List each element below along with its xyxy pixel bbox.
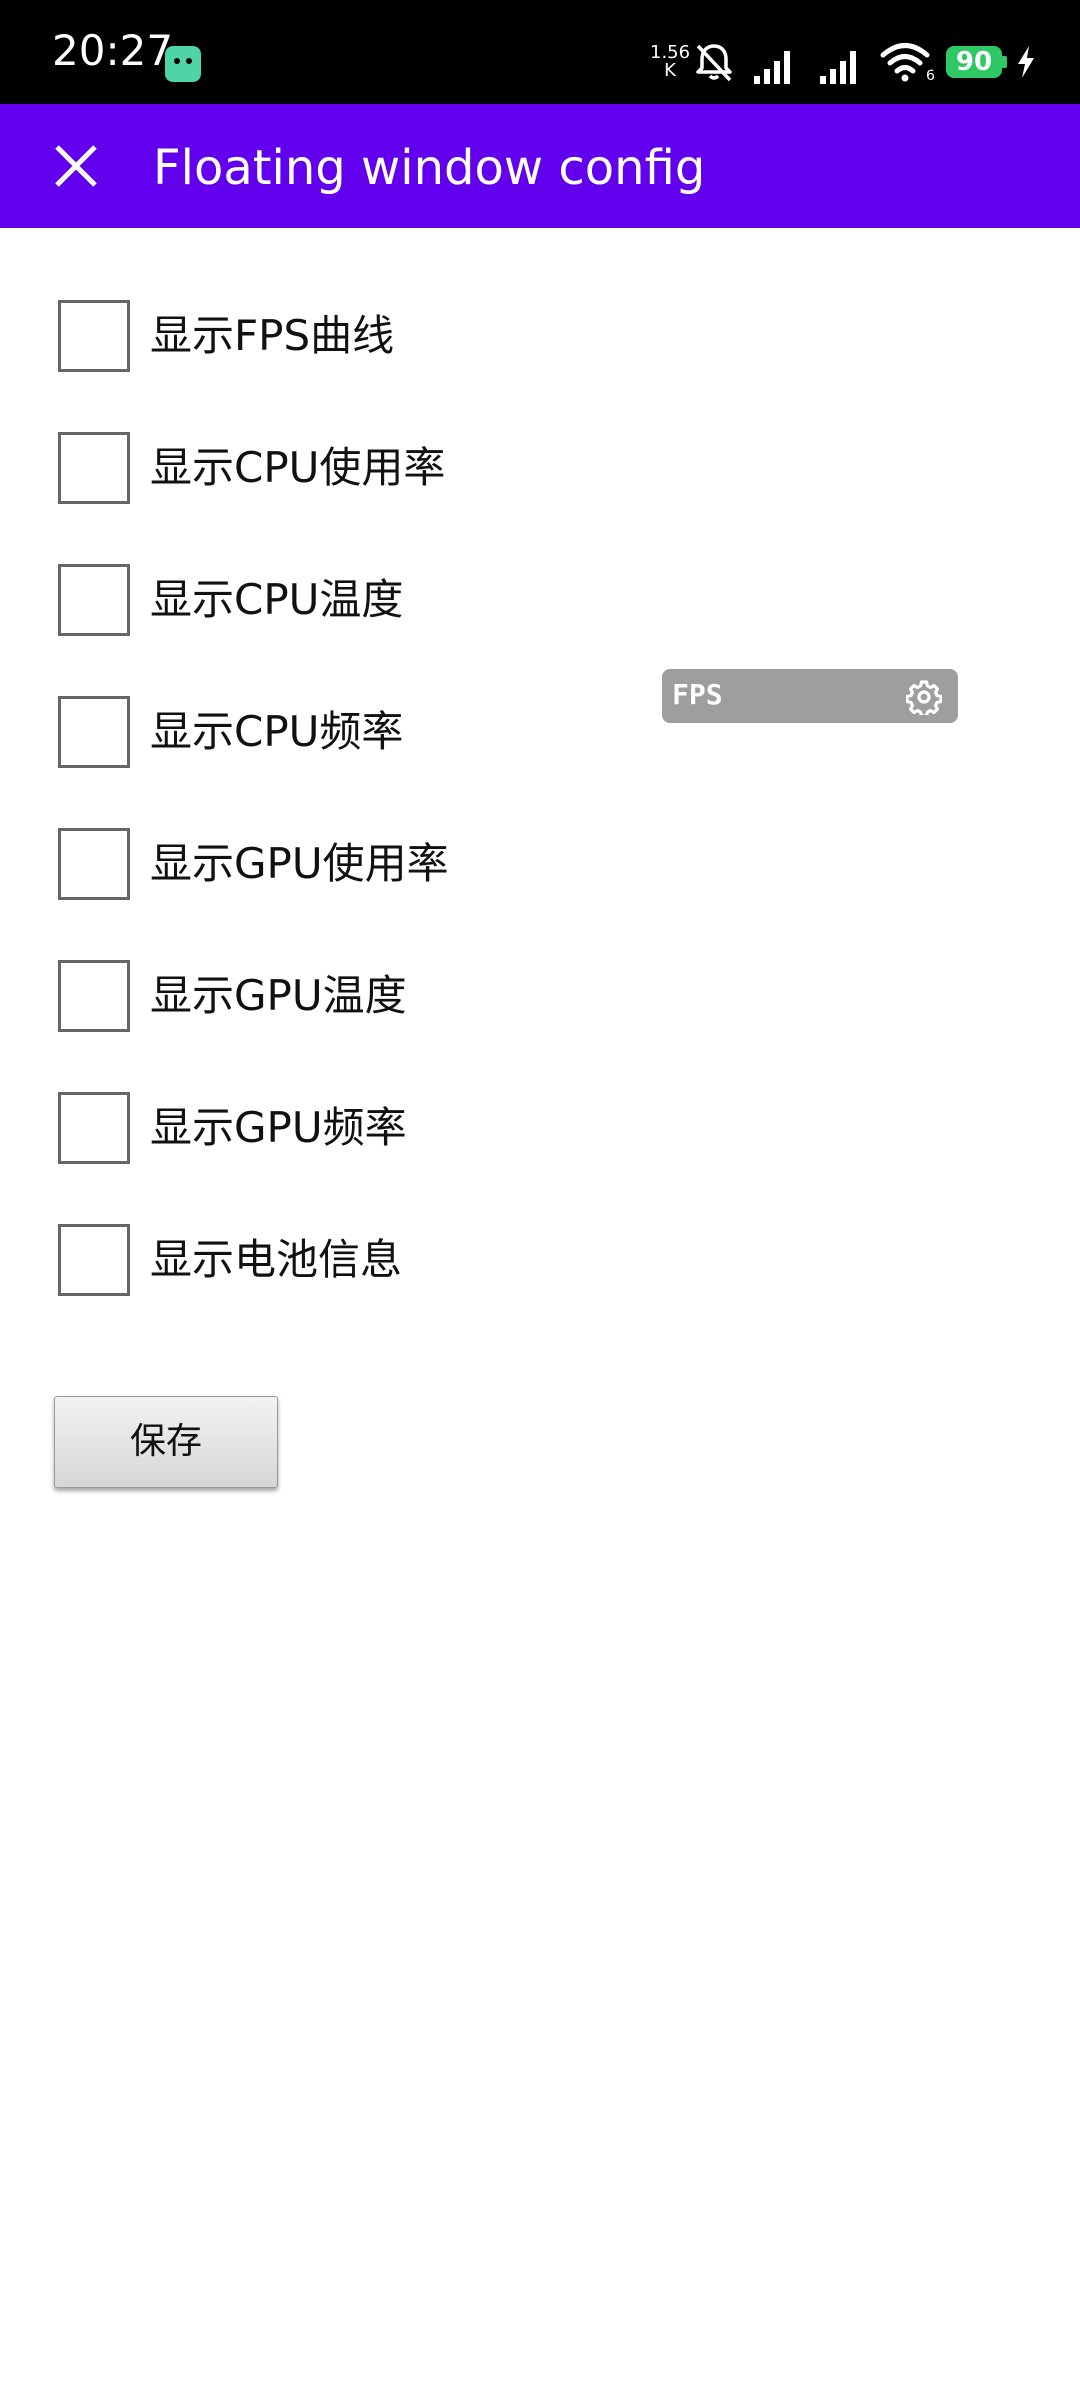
wifi-sub-label: 6 bbox=[926, 68, 935, 84]
checkbox[interactable] bbox=[58, 1224, 130, 1296]
net-speed-unit: K bbox=[664, 60, 676, 81]
battery-icon: 90 bbox=[946, 46, 1002, 78]
option-label: 显示CPU使用率 bbox=[150, 443, 446, 492]
checkbox[interactable] bbox=[58, 432, 130, 504]
checkbox[interactable] bbox=[58, 564, 130, 636]
option-label: 显示FPS曲线 bbox=[150, 311, 395, 360]
close-button[interactable] bbox=[36, 126, 116, 206]
status-bar: 20:27 1.56 K 6 90 bbox=[0, 0, 1080, 104]
checkbox[interactable] bbox=[58, 828, 130, 900]
option-label: 显示CPU频率 bbox=[150, 707, 404, 756]
fps-floating-widget[interactable]: FPS bbox=[662, 669, 958, 723]
checkbox[interactable] bbox=[58, 696, 130, 768]
option-cpu-temp[interactable]: 显示CPU温度 bbox=[58, 562, 558, 642]
battery-cap bbox=[1002, 56, 1007, 68]
charging-icon bbox=[1018, 46, 1034, 78]
bell-off-icon bbox=[696, 44, 732, 82]
option-fps-curve[interactable]: 显示FPS曲线 bbox=[58, 298, 558, 378]
option-cpu-usage[interactable]: 显示CPU使用率 bbox=[58, 430, 558, 510]
fps-label: FPS bbox=[672, 678, 723, 711]
option-label: 显示GPU使用率 bbox=[150, 839, 449, 888]
app-bar: Floating window config bbox=[0, 104, 1080, 228]
option-label: 显示CPU温度 bbox=[150, 575, 404, 624]
checkbox[interactable] bbox=[58, 300, 130, 372]
option-gpu-freq[interactable]: 显示GPU频率 bbox=[58, 1090, 558, 1170]
option-label: 显示电池信息 bbox=[150, 1235, 403, 1284]
net-speed-indicator: 1.56 K bbox=[650, 44, 690, 80]
signal-icon bbox=[754, 51, 790, 84]
checkbox[interactable] bbox=[58, 1092, 130, 1164]
page-title: Floating window config bbox=[153, 140, 706, 196]
option-battery-info[interactable]: 显示电池信息 bbox=[58, 1222, 558, 1302]
save-button[interactable]: 保存 bbox=[54, 1396, 278, 1488]
gear-icon[interactable] bbox=[906, 679, 942, 715]
option-cpu-freq[interactable]: 显示CPU频率 bbox=[58, 694, 558, 774]
option-label: 显示GPU频率 bbox=[150, 1103, 407, 1152]
app-notification-icon bbox=[165, 46, 201, 82]
option-gpu-usage[interactable]: 显示GPU使用率 bbox=[58, 826, 558, 906]
option-gpu-temp[interactable]: 显示GPU温度 bbox=[58, 958, 558, 1038]
wifi-icon bbox=[880, 43, 930, 82]
signal-icon bbox=[820, 51, 856, 84]
close-icon bbox=[55, 145, 97, 187]
option-label: 显示GPU温度 bbox=[150, 971, 407, 1020]
status-icons: 1.56 K 6 90 bbox=[640, 0, 1080, 104]
checkbox[interactable] bbox=[58, 960, 130, 1032]
status-time: 20:27 bbox=[52, 26, 174, 75]
